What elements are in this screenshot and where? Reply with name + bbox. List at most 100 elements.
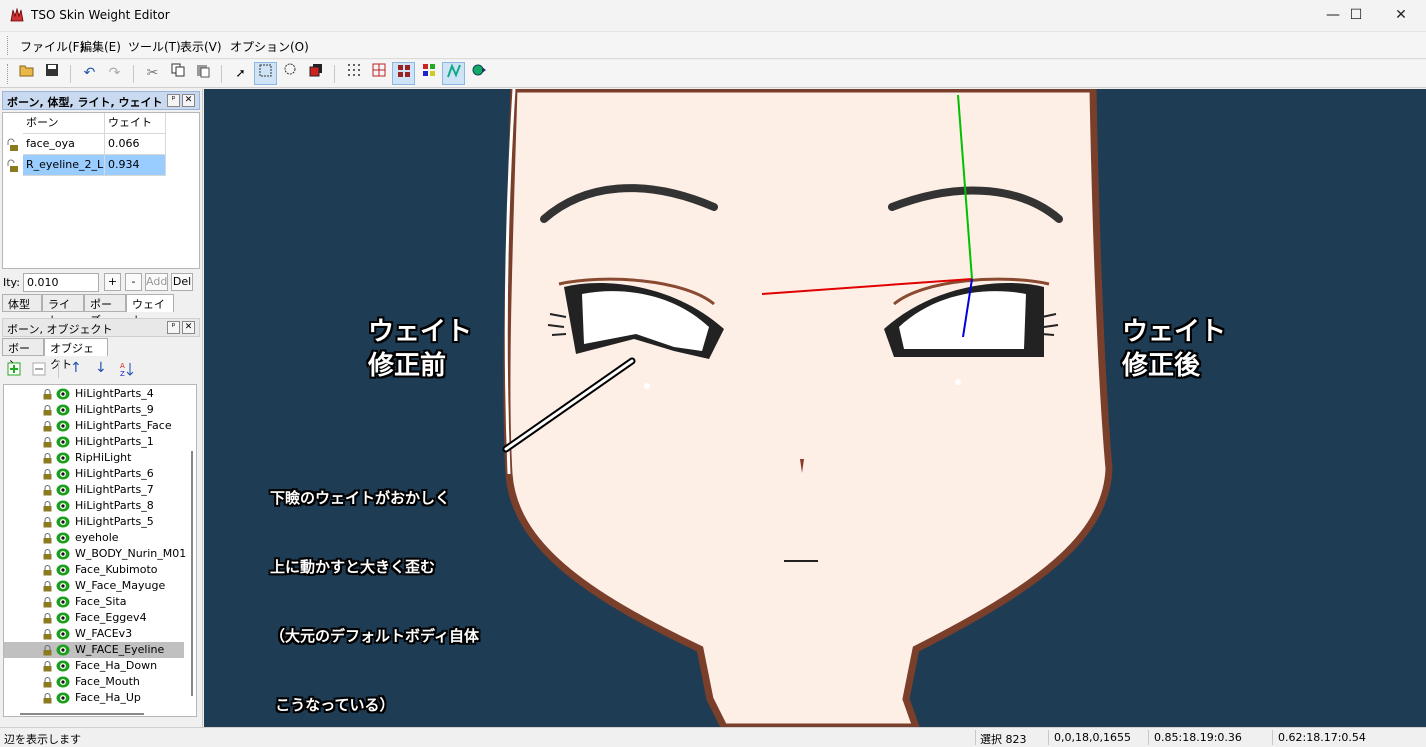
panel-close-icon[interactable]: ✕: [182, 94, 195, 107]
lock-icon[interactable]: [42, 421, 53, 432]
lock-icon[interactable]: [42, 613, 53, 624]
list-item[interactable]: HiLightParts_8: [4, 498, 184, 514]
lasso-select-icon[interactable]: [279, 62, 302, 85]
eye-icon[interactable]: [56, 676, 70, 688]
object-list-hscrollbar[interactable]: [20, 713, 144, 715]
lock-icon[interactable]: [42, 549, 53, 560]
panel-close-icon[interactable]: ✕: [182, 321, 195, 334]
object-list-scrollbar[interactable]: [188, 385, 196, 716]
lock-icon[interactable]: [42, 693, 53, 704]
pin-icon[interactable]: ᵖ: [167, 94, 180, 107]
table-row-bone-name[interactable]: face_oya: [23, 134, 105, 155]
eye-icon[interactable]: [56, 580, 70, 592]
minus-button[interactable]: -: [125, 273, 142, 291]
lock-icon[interactable]: [42, 597, 53, 608]
lock-icon[interactable]: [42, 405, 53, 416]
tab-bone[interactable]: ボーン: [2, 338, 44, 371]
eye-icon[interactable]: [56, 484, 70, 496]
eye-icon[interactable]: [56, 404, 70, 416]
pin-icon[interactable]: ᵖ: [167, 321, 180, 334]
lock-icon[interactable]: [6, 138, 18, 152]
plus-button[interactable]: +: [104, 273, 121, 291]
eye-icon[interactable]: [56, 532, 70, 544]
eye-icon[interactable]: [56, 612, 70, 624]
eye-icon[interactable]: [56, 516, 70, 528]
sort-icon[interactable]: AZ: [119, 361, 135, 377]
face-display-icon[interactable]: [392, 62, 415, 85]
grid-header-weight[interactable]: ウェイト: [105, 113, 166, 134]
bone-display-icon[interactable]: [442, 62, 465, 85]
table-row-weight[interactable]: 0.066: [105, 134, 166, 155]
list-item[interactable]: W_BODY_Nurin_M01: [4, 546, 186, 562]
lock-icon[interactable]: [42, 581, 53, 592]
list-item[interactable]: Face_Eggev4: [4, 610, 184, 626]
list-item[interactable]: eyehole: [4, 530, 184, 546]
list-item[interactable]: RipHiLight: [4, 450, 184, 466]
list-item[interactable]: W_Face_Mayuge: [4, 578, 184, 594]
menu-view[interactable]: 表示(V): [180, 38, 222, 55]
lock-icon[interactable]: [42, 501, 53, 512]
maximize-button[interactable]: ☐: [1333, 0, 1379, 32]
tab-light[interactable]: ライト: [42, 294, 84, 327]
eye-icon[interactable]: [56, 564, 70, 576]
list-item[interactable]: Face_Ha_Down: [4, 658, 184, 674]
lock-icon[interactable]: [42, 677, 53, 688]
pointer-icon[interactable]: ➚: [229, 62, 252, 85]
paint-select-icon[interactable]: [304, 62, 327, 85]
add-button[interactable]: Add: [145, 273, 168, 291]
tab-body-shape[interactable]: 体型: [2, 294, 42, 312]
tab-object[interactable]: オブジェクト: [44, 338, 108, 371]
list-item[interactable]: Face_Sita: [4, 594, 184, 610]
undo-icon[interactable]: ↶: [78, 62, 101, 85]
menu-edit[interactable]: 編集(E): [80, 38, 121, 55]
wire-display-icon[interactable]: [367, 62, 390, 85]
eye-icon[interactable]: [56, 628, 70, 640]
list-item[interactable]: HiLightParts_Face: [4, 418, 184, 434]
menu-file[interactable]: ファイル(F): [20, 38, 84, 55]
eye-icon[interactable]: [56, 436, 70, 448]
redo-icon[interactable]: ↷: [103, 62, 126, 85]
lock-icon[interactable]: [42, 565, 53, 576]
list-item[interactable]: W_FACE_Eyeline: [4, 642, 184, 658]
eye-icon[interactable]: [56, 660, 70, 672]
eye-icon[interactable]: [56, 468, 70, 480]
del-button[interactable]: Del: [171, 273, 193, 291]
list-item[interactable]: Face_Kubimoto: [4, 562, 184, 578]
table-row-bone-name-selected[interactable]: R_eyeline_2_L: [23, 155, 105, 176]
lock-icon[interactable]: [42, 645, 53, 656]
close-button[interactable]: ✕: [1378, 0, 1424, 32]
eye-icon[interactable]: [56, 644, 70, 656]
lock-icon[interactable]: [42, 469, 53, 480]
lock-icon[interactable]: [42, 485, 53, 496]
move-down-icon[interactable]: ↓: [95, 360, 107, 376]
remove-object-icon[interactable]: [32, 362, 46, 376]
menu-tools[interactable]: ツール(T): [128, 38, 181, 55]
eye-icon[interactable]: [56, 452, 70, 464]
add-object-icon[interactable]: [7, 362, 21, 376]
eye-icon[interactable]: [56, 420, 70, 432]
lock-icon[interactable]: [42, 437, 53, 448]
eye-icon[interactable]: [56, 548, 70, 560]
lock-icon[interactable]: [6, 159, 18, 173]
weight-color-icon[interactable]: [417, 62, 440, 85]
lock-icon[interactable]: [42, 517, 53, 528]
lock-icon[interactable]: [42, 453, 53, 464]
list-item[interactable]: HiLightParts_5: [4, 514, 184, 530]
lock-icon[interactable]: [42, 389, 53, 400]
3d-viewport[interactable]: ウェイト 修正前 ウェイト 修正後 下瞼のウェイトがおかしく 上に動かすと大きく…: [204, 89, 1426, 727]
grid-header-bone[interactable]: ボーン: [23, 113, 105, 134]
list-item[interactable]: HiLightParts_1: [4, 434, 184, 450]
tab-weight[interactable]: ウェイト: [126, 294, 174, 327]
paste-icon[interactable]: [191, 62, 214, 85]
move-up-icon[interactable]: ↑: [70, 360, 82, 376]
lock-icon[interactable]: [42, 629, 53, 640]
list-item[interactable]: Face_Mouth: [4, 674, 184, 690]
open-icon[interactable]: [15, 62, 38, 85]
list-item[interactable]: W_FACEv3: [4, 626, 184, 642]
ity-input[interactable]: [23, 273, 99, 292]
list-item[interactable]: Face_Ha_Up: [4, 690, 184, 706]
lock-icon[interactable]: [42, 661, 53, 672]
save-icon[interactable]: [40, 62, 63, 85]
eye-icon[interactable]: [56, 500, 70, 512]
copy-icon[interactable]: [166, 62, 189, 85]
